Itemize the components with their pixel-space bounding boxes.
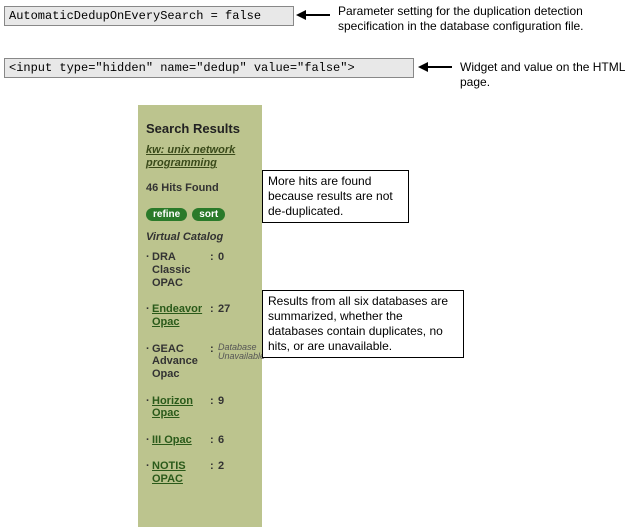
separator: : [210,343,218,355]
database-name[interactable]: Endeavor Opac [152,303,210,328]
callout-hits: More hits are found because results are … [262,170,409,223]
database-name: GEAC Advance Opac [152,343,210,381]
arrow-shaft [428,66,452,68]
search-results-panel: Search Results kw: unix network programm… [138,105,262,527]
database-count: 9 [218,395,254,407]
database-count: 6 [218,434,254,446]
database-count: 0 [218,251,254,263]
database-item: ·Endeavor Opac:27 [146,303,254,328]
arrow-icon [418,62,428,72]
arrow-icon [296,10,306,20]
database-name[interactable]: III Opac [152,434,210,447]
annotation-config: Parameter setting for the duplication de… [338,4,618,34]
database-item: ·Horizon Opac:9 [146,395,254,420]
database-item: ·III Opac:6 [146,434,254,447]
database-item: ·DRA Classic OPAC:0 [146,251,254,289]
database-unavailable: Database Unavailable [218,343,265,363]
separator: : [210,460,218,472]
database-name[interactable]: NOTIS OPAC [152,460,210,485]
separator: : [210,303,218,315]
html-widget-codebox: <input type="hidden" name="dedup" value=… [4,58,414,78]
arrow-shaft [306,14,330,16]
separator: : [210,434,218,446]
panel-heading: Search Results [146,115,254,144]
hits-found: 46 Hits Found [146,182,254,194]
database-item: ·GEAC Advance Opac:Database Unavailable [146,343,254,381]
sort-button[interactable]: sort [192,208,225,221]
database-item: ·NOTIS OPAC:2 [146,460,254,485]
query-line1: kw: unix network [146,144,235,156]
separator: : [210,251,218,263]
button-row: refine sort [146,208,254,221]
database-name[interactable]: Horizon Opac [152,395,210,420]
virtual-catalog-heading: Virtual Catalog [146,231,254,243]
separator: : [210,395,218,407]
database-list: ·DRA Classic OPAC:0 ·Endeavor Opac:27 ·GEA… [146,251,254,485]
database-count: 27 [218,303,254,315]
config-param-codebox: AutomaticDedupOnEverySearch = false [4,6,294,26]
callout-databases: Results from all six databases are summa… [262,290,464,358]
query-link[interactable]: kw: unix network programming [146,144,254,170]
database-name: DRA Classic OPAC [152,251,210,289]
database-count: 2 [218,460,254,472]
refine-button[interactable]: refine [146,208,187,221]
annotation-widget: Widget and value on the HTML page. [460,60,630,90]
query-line2: programming [146,157,217,169]
